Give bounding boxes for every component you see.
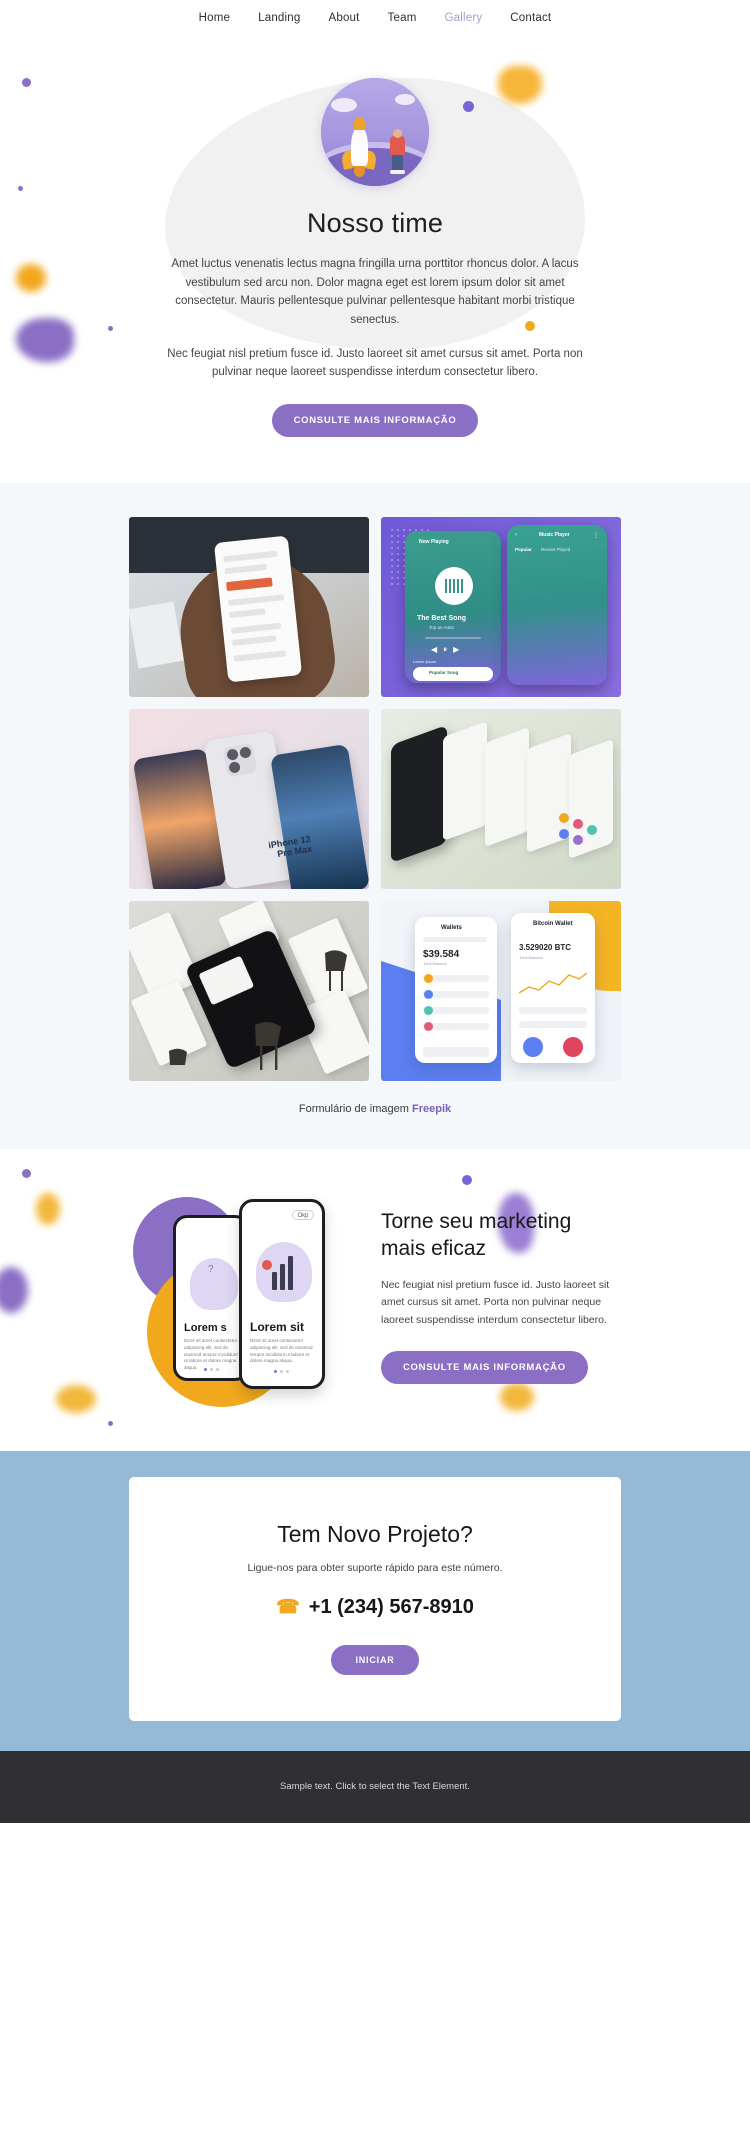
now-playing-label: Now Playing [419, 538, 449, 545]
bitcoin-wallet-screen: Bitcoin Wallet 3.529020 BTC Total Balanc… [511, 912, 595, 1063]
person-body [390, 136, 405, 155]
deco-dot-small-mb [108, 1420, 113, 1426]
phone-mockup-front: Okp Lorem sit Diros sit amet consectetur… [239, 1198, 325, 1389]
wallets-title: Wallets [441, 924, 462, 931]
carousel-dots[interactable] [274, 1369, 289, 1373]
start-button[interactable]: INICIAR [331, 1644, 419, 1675]
nav-item-landing[interactable]: Landing [258, 12, 300, 24]
equalizer-icon [445, 578, 463, 593]
hero-section: Nosso time Amet luctus venenatis lectus … [0, 36, 750, 483]
skip-button[interactable]: Okp [292, 1209, 314, 1220]
project-subtitle: Ligue-nos para obter suporte rápido para… [247, 1561, 503, 1574]
marketing-title: Torne seu marketing mais eficaz [381, 1210, 572, 1261]
paper-sheet [129, 601, 184, 669]
wallet-balance: $39.584 [423, 948, 460, 960]
gallery-caption: Formulário de imagem Freepik [0, 1103, 750, 1115]
wallets-screen: Wallets $39.584 Total Balance [415, 916, 497, 1063]
iphone-12-pro-max-mockup[interactable]: iPhone 12 Pro Max [129, 708, 369, 889]
song-artist: Top an Artist [429, 624, 454, 630]
person-head [393, 129, 402, 138]
crypto-wallet-app-mockup[interactable]: Wallets $39.584 Total Balance Bitcoin Wa… [381, 900, 621, 1081]
wallet-balance-label: Total Balance [423, 960, 448, 966]
landing-page: Home Landing About Team Gallery Contact [0, 0, 750, 1823]
tab-recent[interactable]: Recent Played [541, 547, 570, 552]
phone-number[interactable]: +1 (234) 567-8910 [309, 1596, 474, 1619]
bitcoin-balance-label: Total Balance [519, 954, 544, 960]
deco-blob-yellow-mb [56, 1384, 96, 1413]
gallery-section: Now Playing The Best Song Top an Artist … [0, 482, 750, 1149]
page-title: Nosso time [306, 208, 444, 238]
progress-bar [425, 636, 481, 639]
nav-item-contact[interactable]: Contact [510, 12, 551, 24]
gallery-grid: Now Playing The Best Song Top an Artist … [129, 516, 621, 1081]
rocket-icon [351, 126, 368, 166]
carousel-dots[interactable] [204, 1367, 219, 1371]
dark-phone [391, 724, 447, 863]
music-player-app-mockup[interactable]: Now Playing The Best Song Top an Artist … [381, 516, 621, 697]
deco-dot-purple-ml [22, 1168, 31, 1178]
back-arrow-icon[interactable]: ‹ [515, 532, 517, 538]
chair-silhouettes [169, 950, 347, 1070]
footer-text: Sample text. Click to select the Text El… [280, 1781, 470, 1793]
nav-item-gallery[interactable]: Gallery [444, 12, 482, 24]
marketing-copy: Torne seu marketing mais eficaz Nec feug… [381, 1209, 621, 1385]
bitcoin-balance: 3.529020 BTC [519, 942, 572, 952]
playlist-label: Popular Song [429, 669, 459, 675]
project-title: Tem Novo Projeto? [277, 1520, 473, 1547]
deco-blob-purple-mleft [0, 1266, 28, 1313]
menu-icon[interactable]: ⋮ [593, 532, 599, 539]
phone2-sub: Diros sit amet consectetur adipiscing el… [250, 1337, 313, 1364]
hero-paragraph-1: Amet luctus venenatis lectus magna fring… [171, 258, 579, 326]
freepik-link[interactable]: Freepik [412, 1103, 451, 1115]
price-chart [519, 972, 587, 994]
main-navigation: Home Landing About Team Gallery Contact [0, 0, 750, 36]
project-cta-section: Tem Novo Projeto? Ligue-nos para obter s… [0, 1450, 750, 1751]
now-playing-screen: Now Playing The Best Song Top an Artist … [405, 530, 501, 683]
phone-number-row: ☎ +1 (234) 567-8910 [149, 1596, 601, 1619]
phone-screen [213, 535, 303, 683]
deco-dot-purple-mr [462, 1174, 472, 1185]
cloud-icon [331, 98, 357, 112]
phone1-title: Lorem s [184, 1321, 227, 1334]
hand-holding-phone-photo[interactable] [129, 516, 369, 697]
nav-item-home[interactable]: Home [199, 12, 230, 24]
illustration-blob [190, 1257, 238, 1310]
marketing-paragraph: Nec feugiat nisl pretium fusce id. Justo… [381, 1279, 610, 1326]
panel-title: Music Player [539, 531, 570, 538]
ui-kit-screens-mockup[interactable] [129, 900, 369, 1081]
camera-module [222, 742, 258, 777]
hero-cta-button[interactable]: CONSULTE MAIS INFORMAÇÃO [271, 403, 479, 437]
rocket-nose [354, 117, 365, 130]
rocket-flame-icon [354, 165, 365, 177]
tab-popular[interactable]: Popular [515, 547, 532, 552]
song-title: The Best Song [417, 614, 467, 622]
phone-mockup-back: ? Lorem s Diros sit amet consectetur adi… [173, 1214, 249, 1381]
player-footer-label: Lorem Ipsum [413, 658, 437, 664]
caption-text: Formulário de imagem [298, 1102, 409, 1115]
nav-item-team[interactable]: Team [388, 12, 417, 24]
marketing-section: ? Lorem s Diros sit amet consectetur adi… [0, 1148, 750, 1451]
rocket-launch-illustration [321, 78, 429, 186]
player-controls: ◀⏸▶ [431, 644, 466, 654]
person-shoes [390, 170, 405, 174]
person-figure [262, 1259, 272, 1270]
cloud-icon [395, 94, 415, 105]
nav-item-about[interactable]: About [328, 12, 359, 24]
marketing-cta-button[interactable]: CONSULTE MAIS INFORMAÇÃO [381, 1351, 588, 1385]
footer: Sample text. Click to select the Text El… [0, 1750, 750, 1823]
marketing-illustration: ? Lorem s Diros sit amet consectetur adi… [129, 1187, 361, 1407]
deco-blob-yellow-ml [36, 1192, 60, 1225]
question-mark-icon: ? [208, 1263, 214, 1275]
project-card: Tem Novo Projeto? Ligue-nos para obter s… [129, 1476, 621, 1721]
hero-paragraph-2: Nec feugiat nisl pretium fusce id. Justo… [167, 347, 583, 379]
bitcoin-wallet-title: Bitcoin Wallet [533, 920, 573, 927]
chat-app-screens-mockup[interactable] [381, 708, 621, 889]
phone2-title: Lorem sit [250, 1319, 305, 1334]
music-player-list-screen: Music Player ‹ ⋮ Popular Recent Played P… [507, 524, 607, 685]
phone-icon: ☎ [276, 1596, 300, 1618]
